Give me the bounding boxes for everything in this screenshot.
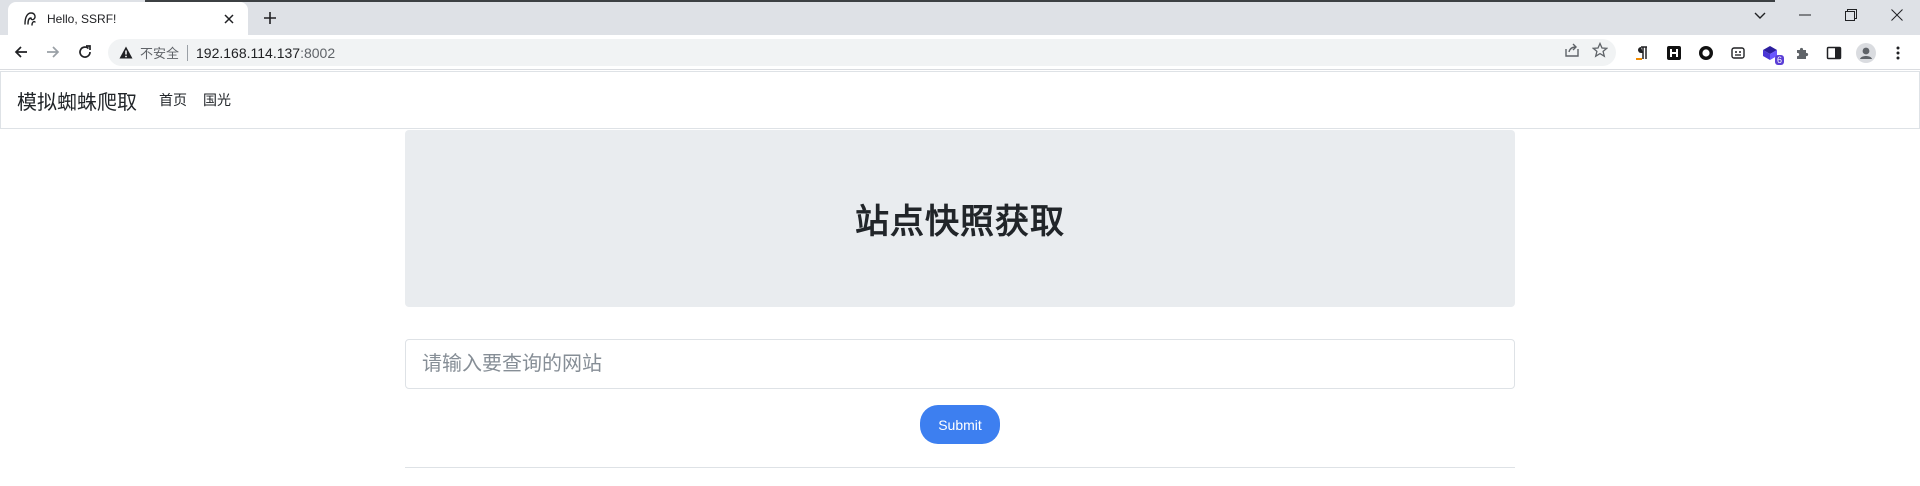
url-text[interactable]: 192.168.114.137:8002	[196, 45, 335, 61]
extensions-area: 6	[1626, 35, 1914, 70]
tab-close-icon[interactable]	[220, 10, 238, 28]
new-tab-icon[interactable]	[258, 6, 282, 30]
browser-toolbar: 不安全 192.168.114.137:8002 6	[0, 35, 1920, 70]
cube-icon[interactable]: 6	[1754, 35, 1786, 70]
share-icon[interactable]	[1564, 42, 1580, 63]
submit-button[interactable]: Submit	[920, 405, 1000, 444]
bookmark-star-icon[interactable]	[1591, 41, 1609, 63]
tab-title: Hello, SSRF!	[47, 11, 117, 26]
close-window-icon[interactable]	[1874, 0, 1920, 30]
browser-tab[interactable]: Hello, SSRF!	[8, 2, 248, 35]
security-label[interactable]: 不安全	[140, 43, 179, 62]
reload-icon[interactable]	[70, 37, 100, 67]
warning-triangle-icon[interactable]	[118, 45, 134, 61]
nav-link-guoguang[interactable]: 国光	[203, 90, 231, 110]
profile-icon[interactable]	[1850, 35, 1882, 70]
page-heading: 站点快照获取	[855, 203, 1065, 241]
tab-favicon-icon	[21, 10, 39, 28]
tab-strip: Hello, SSRF!	[0, 0, 1920, 35]
h-box-icon[interactable]	[1658, 35, 1690, 70]
window-top-line	[145, 0, 1775, 2]
forward-arrow-icon[interactable]	[38, 37, 68, 67]
content-divider	[405, 467, 1515, 468]
screenshot-icon[interactable]	[1722, 35, 1754, 70]
paragraph-icon[interactable]	[1626, 35, 1658, 70]
address-separator	[187, 44, 189, 61]
url-port: :8002	[300, 44, 336, 61]
address-bar[interactable]: 不安全 192.168.114.137:8002	[108, 39, 1616, 66]
site-brand[interactable]: 模拟蜘蛛爬取	[17, 86, 137, 115]
minimize-icon[interactable]	[1782, 0, 1828, 30]
extension-badge: 6	[1774, 55, 1784, 65]
ring-icon[interactable]	[1690, 35, 1722, 70]
nav-link-home[interactable]: 首页	[159, 90, 187, 110]
puzzle-icon[interactable]	[1786, 35, 1818, 70]
kebab-menu-icon[interactable]	[1882, 35, 1914, 70]
back-arrow-icon[interactable]	[6, 37, 36, 67]
tab-search-chevron-icon[interactable]	[1748, 4, 1772, 28]
url-input-wrapper	[405, 339, 1515, 389]
window-controls	[1782, 0, 1920, 30]
jumbotron: 站点快照获取	[405, 130, 1515, 307]
website-url-input[interactable]	[405, 339, 1515, 389]
restore-icon[interactable]	[1828, 0, 1874, 30]
site-navbar: 模拟蜘蛛爬取 首页 国光	[0, 71, 1920, 129]
sidepanel-icon[interactable]	[1818, 35, 1850, 70]
url-host: 192.168.114.137	[196, 44, 301, 61]
